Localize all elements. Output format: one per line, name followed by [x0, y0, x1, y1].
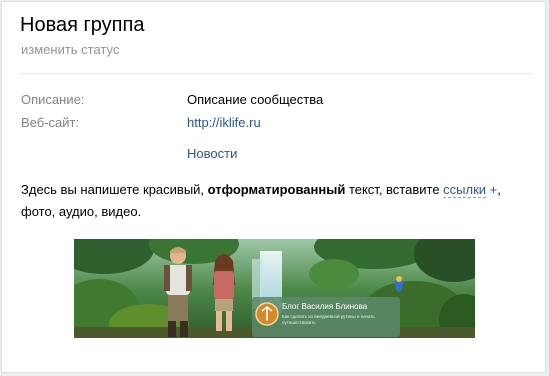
text-part1: Здесь вы напишете красивый,	[21, 182, 208, 197]
change-status-link[interactable]: изменить статус	[21, 42, 119, 57]
description-value: Описание сообщества	[187, 92, 324, 107]
text-part2: текст, вставите	[345, 182, 444, 197]
text-bold: отформатированный	[207, 182, 346, 197]
plus-icon: +	[486, 182, 498, 197]
news-link[interactable]: Новости	[187, 146, 237, 161]
banner-subtitle: Как сделать из ежедневной рутины и начат…	[282, 314, 375, 325]
group-title: Новая группа	[20, 14, 145, 36]
website-link[interactable]: http://iklife.ru	[187, 115, 261, 130]
banner-title: Блог Василия Блинова	[282, 302, 368, 311]
description-label: Описание:	[21, 92, 85, 107]
blog-banner-image[interactable]: Блог Василия Блинова Как сделать из ежед…	[74, 239, 475, 338]
website-label: Веб-сайт:	[21, 115, 80, 130]
jungle-illustration	[74, 239, 475, 338]
divider	[20, 73, 532, 74]
description-text: Здесь вы напишете красивый, отформатиров…	[21, 179, 521, 223]
group-card: Новая группа изменить статус Описание: О…	[1, 1, 546, 373]
links-link[interactable]: ссылки	[443, 182, 487, 198]
